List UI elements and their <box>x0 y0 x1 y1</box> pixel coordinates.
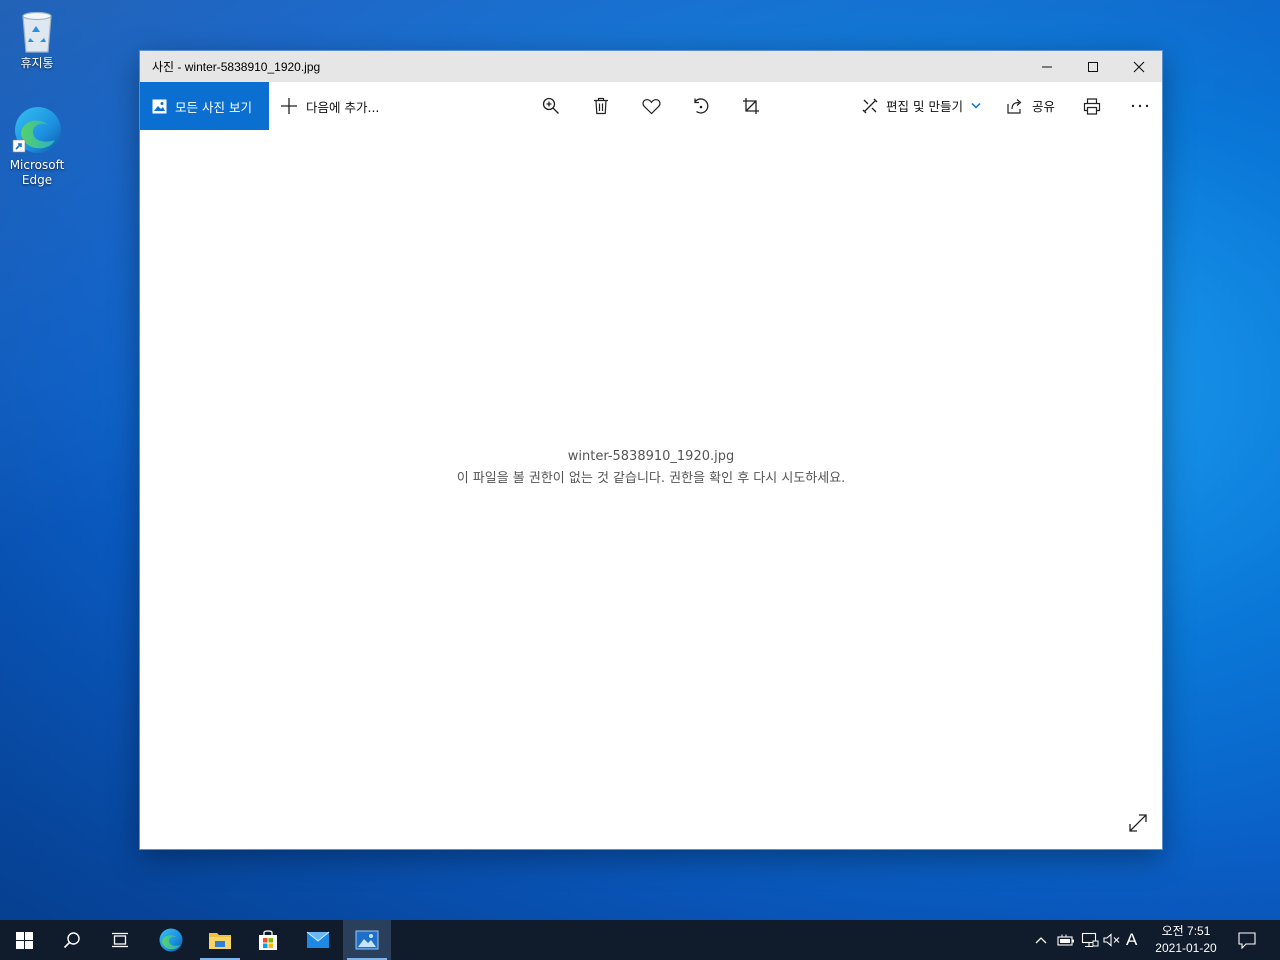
edit-and-create-label: 편집 및 만들기 <box>886 99 963 114</box>
minimize-button[interactable] <box>1024 51 1070 82</box>
network-icon <box>1081 932 1099 948</box>
chevron-down-icon <box>971 102 981 109</box>
more-options-button[interactable] <box>1130 96 1150 116</box>
add-to-button[interactable]: 다음에 추가... <box>280 97 379 116</box>
desktop-icon-label: Microsoft <box>9 158 65 172</box>
desktop-icon-label: Edge <box>21 173 53 187</box>
taskbar-mail[interactable] <box>294 920 342 960</box>
taskbar-photos[interactable] <box>343 920 391 960</box>
input-method-indicator[interactable]: A <box>1126 930 1137 950</box>
start-button[interactable] <box>0 920 48 960</box>
task-view-button[interactable] <box>96 920 144 960</box>
desktop-icon-edge[interactable]: Microsoft Edge <box>1 104 73 188</box>
volume-tray[interactable] <box>1102 920 1122 960</box>
task-view-icon <box>112 932 128 948</box>
share-label: 공유 <box>1032 99 1056 114</box>
trash-icon <box>594 97 608 115</box>
zoom-in-icon <box>542 97 559 114</box>
file-name-text: winter-5838910_1920.jpg <box>567 449 735 464</box>
desktop-icon-recycle-bin[interactable]: 휴지통 <box>1 8 73 71</box>
ellipsis-icon <box>1131 104 1149 108</box>
edge-icon <box>159 928 183 952</box>
see-all-photos-button[interactable]: 모든 사진 보기 <box>140 82 269 130</box>
crop-icon <box>743 98 759 114</box>
print-button[interactable] <box>1082 96 1102 116</box>
share-icon <box>1007 98 1022 114</box>
share-button[interactable]: 공유 <box>1007 96 1055 115</box>
photos-icon <box>355 930 379 950</box>
action-center-button[interactable] <box>1234 920 1260 960</box>
printer-icon <box>1083 97 1101 115</box>
rotate-icon <box>694 98 709 114</box>
windows-logo-icon <box>15 931 33 949</box>
clock[interactable]: 오전 7:51 2021-01-20 <box>1146 920 1226 960</box>
clock-time: 오전 7:51 <box>1161 924 1211 938</box>
battery-tray[interactable] <box>1055 920 1077 960</box>
add-to-label: 다음에 추가... <box>306 99 380 115</box>
taskbar: A 오전 7:51 2021-01-20 <box>0 920 1280 960</box>
favorite-button[interactable] <box>641 96 661 116</box>
maximize-button[interactable] <box>1070 51 1116 82</box>
taskbar-file-explorer[interactable] <box>196 920 244 960</box>
photo-icon <box>152 99 167 113</box>
search-icon <box>63 932 80 949</box>
photos-toolbar: 모든 사진 보기 다음에 추가... 편집 및 만들기 공유 <box>140 82 1162 130</box>
close-icon <box>1133 61 1145 72</box>
folder-icon <box>209 933 231 949</box>
search-button[interactable] <box>48 920 96 960</box>
minimize-icon <box>1042 66 1052 67</box>
heart-icon <box>641 98 661 114</box>
title-bar[interactable]: 사진 - winter-5838910_1920.jpg <box>140 51 1162 82</box>
show-hidden-icons-button[interactable] <box>1032 920 1050 960</box>
fullscreen-button[interactable] <box>1128 813 1148 837</box>
recycle-bin-icon <box>22 11 52 53</box>
taskbar-edge[interactable] <box>147 920 195 960</box>
mail-icon <box>306 931 330 948</box>
desktop-icon-label: 휴지통 <box>20 56 54 70</box>
crop-button[interactable] <box>741 96 761 116</box>
edit-create-icon <box>862 98 878 113</box>
edit-and-create-button[interactable]: 편집 및 만들기 <box>862 96 981 115</box>
volume-muted-icon <box>1103 933 1120 947</box>
network-tray[interactable] <box>1079 920 1101 960</box>
photo-viewer-area: winter-5838910_1920.jpg 이 파일을 볼 권한이 없는 것… <box>140 130 1162 849</box>
notification-icon <box>1238 931 1256 949</box>
clock-date: 2021-01-20 <box>1155 941 1217 955</box>
chevron-up-icon <box>1035 937 1047 944</box>
permission-error-text: 이 파일을 볼 권한이 없는 것 같습니다. 권한을 확인 후 다시 시도하세요… <box>456 471 846 486</box>
taskbar-store[interactable] <box>244 920 292 960</box>
window-title: 사진 - winter-5838910_1920.jpg <box>152 60 321 74</box>
zoom-button[interactable] <box>541 96 561 116</box>
plus-icon <box>281 98 297 114</box>
rotate-button[interactable] <box>691 96 711 116</box>
battery-icon <box>1057 934 1074 946</box>
expand-icon <box>1129 814 1147 832</box>
delete-button[interactable] <box>591 96 611 116</box>
store-icon <box>259 930 277 950</box>
maximize-icon <box>1088 61 1098 72</box>
see-all-photos-label: 모든 사진 보기 <box>175 99 252 115</box>
close-button[interactable] <box>1116 51 1162 82</box>
edge-icon <box>12 107 61 153</box>
photos-window: 사진 - winter-5838910_1920.jpg 모든 사진 보기 다음… <box>139 50 1163 850</box>
